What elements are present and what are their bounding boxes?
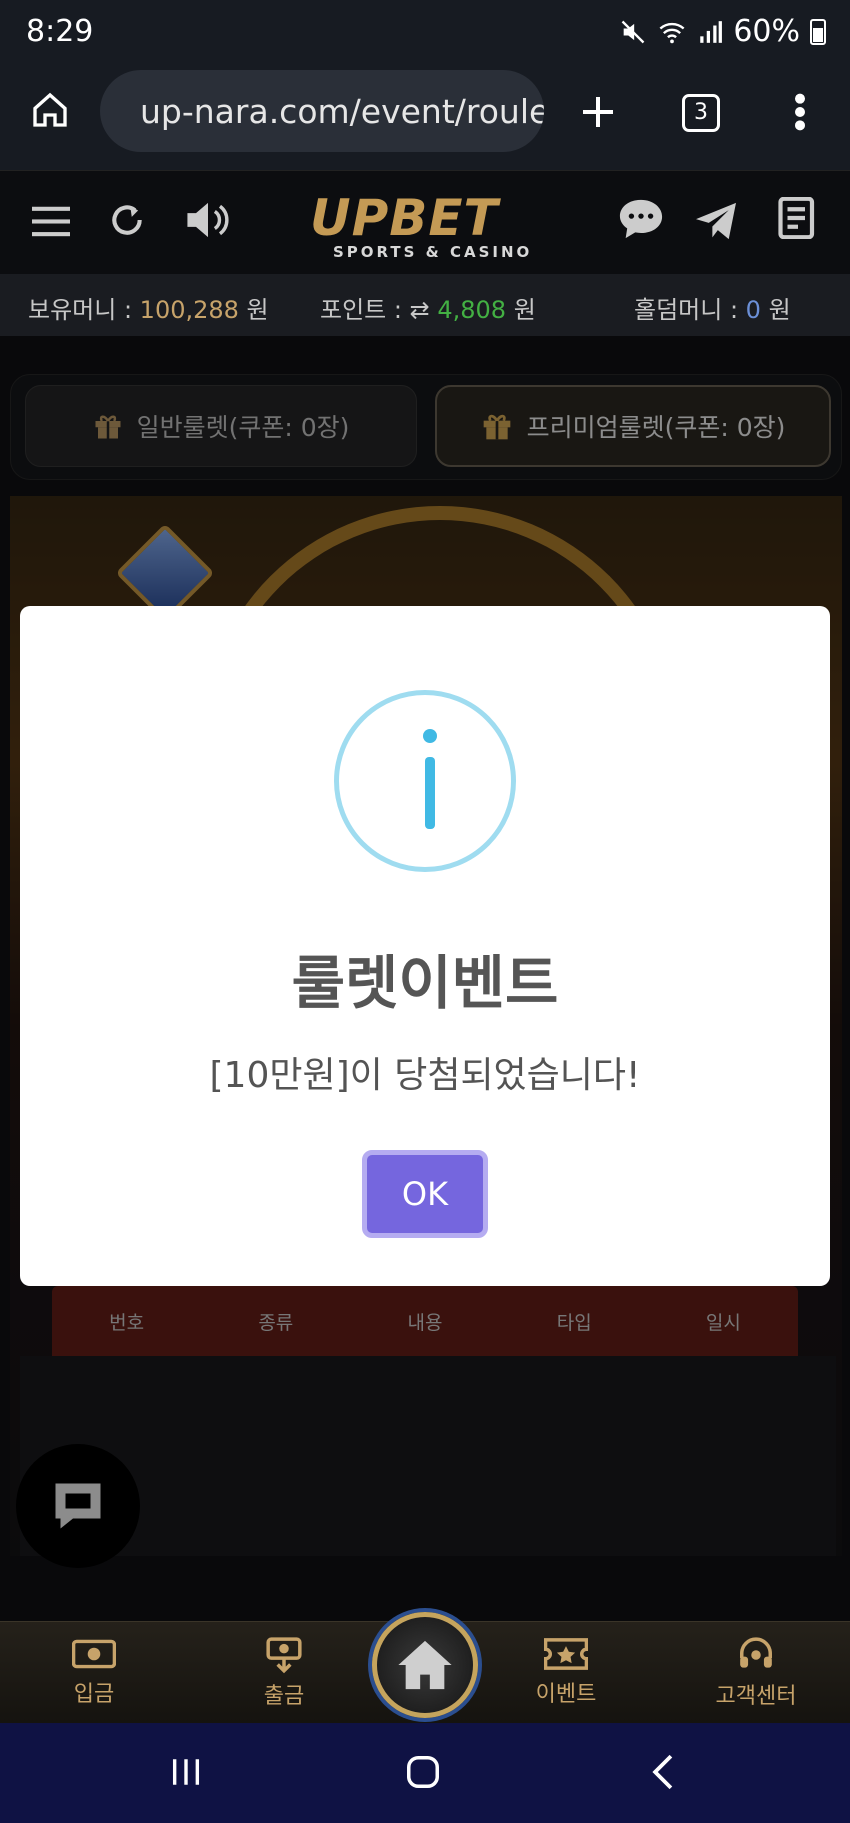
money-balance: 보유머니 : 100,288 원 (28, 296, 269, 324)
back-icon[interactable] (648, 1753, 678, 1791)
ok-button[interactable]: OK (362, 1150, 488, 1238)
headset-icon (740, 1637, 772, 1668)
app-header: UPBET SPORTS & CASINO (0, 170, 850, 274)
status-bar: 8:29 60% (0, 0, 850, 62)
sound-icon[interactable] (184, 199, 232, 241)
logo-subtitle: SPORTS & CASINO (333, 243, 533, 261)
dialog-message: [10만원]이 당첨되었습니다! (209, 1055, 641, 1096)
nav-event-label: 이벤트 (535, 1682, 597, 1707)
nav-support[interactable]: 고객센터 (696, 1636, 816, 1710)
nav-deposit-label: 입금 (73, 1682, 115, 1707)
holdem-value: 0 (745, 296, 761, 324)
mute-icon (621, 20, 645, 43)
logo[interactable]: UPBET (310, 189, 499, 247)
ticket-icon (544, 1638, 588, 1670)
browser-toolbar: up-nara.com/event/roule 3 (0, 62, 850, 170)
point-balance: 포인트 : ⇄ 4,808 원 (320, 296, 536, 324)
hamburger-menu-icon[interactable] (32, 205, 70, 237)
holdem-balance: 홀덤머니 : 0 원 (634, 296, 791, 324)
notice-board-icon[interactable] (778, 197, 818, 239)
nav-home-button[interactable] (372, 1612, 478, 1718)
alert-dialog: 룰렛이벤트 [10만원]이 당첨되었습니다! OK (20, 606, 830, 1286)
balance-bar: 보유머니 : 100,288 원 포인트 : ⇄ 4,808 원 홀덤머니 : … (0, 274, 850, 336)
home-nav-icon[interactable] (404, 1753, 442, 1791)
new-tab-icon[interactable] (578, 92, 618, 132)
info-icon (334, 690, 516, 872)
deposit-icon (72, 1639, 116, 1669)
withdraw-icon (266, 1637, 302, 1674)
signal-icon (700, 20, 723, 43)
nav-deposit[interactable]: 입금 (34, 1636, 154, 1708)
telegram-icon[interactable] (694, 201, 738, 241)
tab-switcher-button[interactable]: 3 (682, 94, 720, 132)
status-time: 8:29 (26, 14, 94, 49)
more-menu-icon[interactable] (788, 92, 812, 132)
chat-bubble-icon[interactable] (618, 197, 664, 241)
home-icon[interactable] (30, 90, 70, 130)
refresh-icon[interactable] (108, 201, 146, 239)
nav-withdraw[interactable]: 출금 (224, 1636, 344, 1710)
wifi-icon (659, 22, 685, 43)
dialog-title: 룰렛이벤트 (291, 949, 559, 1017)
money-value: 100,288 (139, 296, 239, 324)
nav-withdraw-label: 출금 (263, 1684, 305, 1709)
recent-apps-icon[interactable] (168, 1755, 204, 1789)
url-bar[interactable]: up-nara.com/event/roule (100, 70, 544, 152)
battery-icon (810, 18, 826, 45)
point-convert-icon[interactable]: ⇄ (410, 296, 430, 324)
system-nav-bar (0, 1723, 850, 1823)
nav-event[interactable]: 이벤트 (506, 1636, 626, 1708)
home-icon (398, 1640, 452, 1690)
battery-percent: 60% (733, 14, 800, 49)
status-icons: 60% (619, 14, 826, 49)
point-value: 4,808 (437, 296, 507, 324)
nav-support-label: 고객센터 (715, 1684, 797, 1709)
url-text: up-nara.com/event/roule (140, 91, 544, 131)
